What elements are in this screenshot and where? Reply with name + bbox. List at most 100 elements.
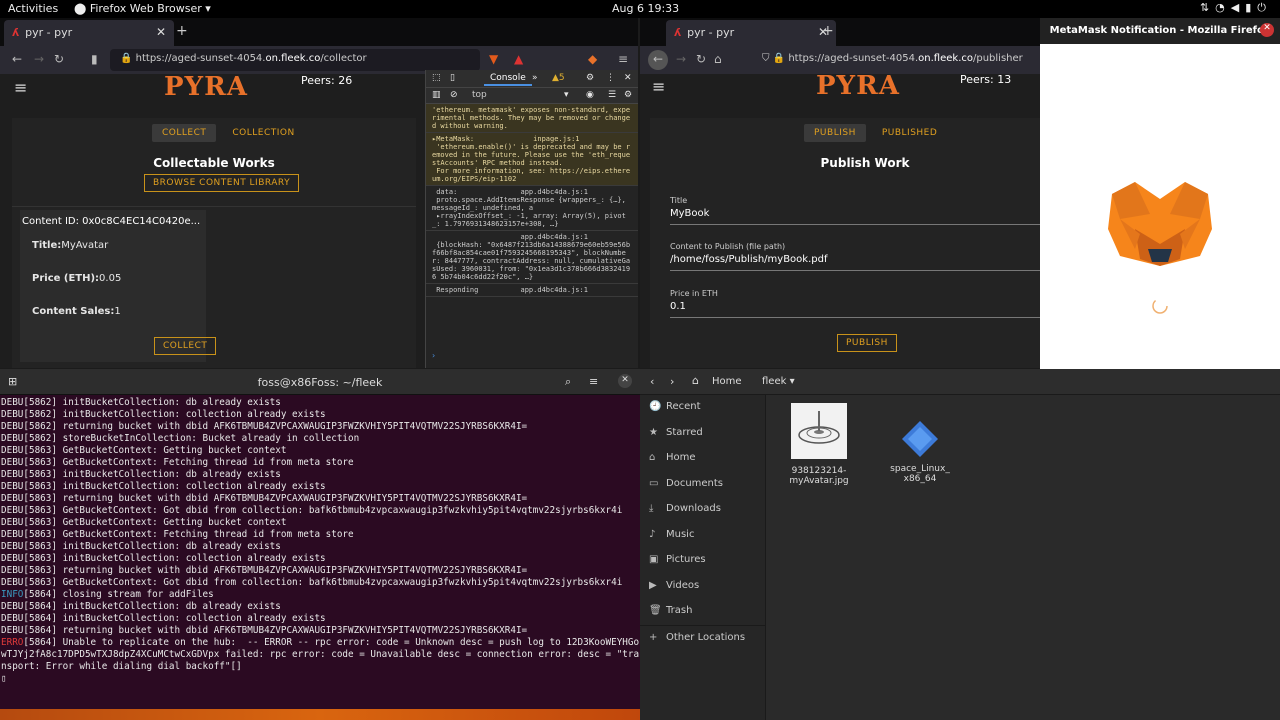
- network-icon: ⇅: [1199, 1, 1216, 14]
- app-menu[interactable]: ⬤ Firefox Web Browser ▾: [74, 2, 211, 15]
- publish-button[interactable]: PUBLISH: [837, 334, 897, 352]
- sidebar-item-music[interactable]: ♪ Music: [640, 523, 765, 549]
- home-icon[interactable]: ⌂: [714, 52, 722, 66]
- sidebar-item-starred[interactable]: ★ Starred: [640, 421, 765, 447]
- system-tray[interactable]: ⇅◔◀▮⏻: [1200, 1, 1272, 15]
- downloads-icon: ⤓: [649, 503, 654, 514]
- back-icon[interactable]: ←: [648, 50, 668, 70]
- log-text: [5864] closing stream for addFiles: [23, 589, 214, 600]
- close-window-icon[interactable]: ✕: [1260, 23, 1274, 37]
- wifi-icon: ◔: [1215, 1, 1231, 14]
- file-name: space_Linux_ x86_64: [890, 464, 950, 484]
- tab-collect[interactable]: COLLECT: [152, 124, 217, 142]
- price-input[interactable]: 0.1: [670, 301, 686, 312]
- url-bar[interactable]: ⛉ 🔒 https://aged-sunset-4054.on.fleek.co…: [752, 49, 1042, 71]
- image-thumbnail: [791, 403, 847, 459]
- browser-tab[interactable]: ʎ pyr - pyr ✕: [4, 20, 174, 46]
- more-tabs-icon[interactable]: »: [532, 73, 538, 83]
- activities-button[interactable]: Activities: [8, 2, 58, 15]
- inspect-icon[interactable]: ⬚: [432, 73, 441, 83]
- clear-console-icon[interactable]: ⊘: [450, 90, 458, 100]
- browse-content-library-button[interactable]: BROWSE CONTENT LIBRARY: [144, 174, 300, 192]
- console-output[interactable]: 'ethereum. metamask' exposes non-standar…: [426, 104, 638, 297]
- sidebar-item-trash[interactable]: 🗑 Trash: [640, 599, 765, 625]
- forward-icon[interactable]: →: [676, 52, 686, 66]
- metamask-extension-icon[interactable]: ◆: [588, 52, 597, 66]
- terminal-output[interactable]: DEBU[5862] initBucketCollection: db alre…: [0, 395, 640, 720]
- hamburger-menu-icon[interactable]: ≡: [652, 77, 665, 96]
- console-message[interactable]: data: app.d4bc4da.js:1 proto.space.AddIt…: [426, 186, 638, 231]
- log-level: INFO: [1, 589, 24, 600]
- hamburger-menu-icon[interactable]: ≡: [14, 78, 27, 97]
- terminal-line: DEBU[5862] initBucketCollection: collect…: [1, 409, 640, 421]
- forward-icon[interactable]: →: [34, 52, 44, 66]
- bookmark-icon[interactable]: ▮: [91, 52, 98, 66]
- console-message[interactable]: 'ethereum. metamask' exposes non-standar…: [426, 104, 638, 133]
- sidebar-item-downloads[interactable]: ⤓ Downloads: [640, 497, 765, 523]
- menu-icon[interactable]: ≡: [589, 375, 598, 388]
- sidebar-item-home[interactable]: ⌂ Home: [640, 446, 765, 472]
- publish-panel: PUBLISH PUBLISHED Publish Work Title MyB…: [650, 118, 1040, 368]
- console-settings-icon[interactable]: ⚙: [624, 90, 632, 100]
- log-level: DEBU: [1, 613, 24, 624]
- new-tab-icon[interactable]: +: [822, 23, 834, 39]
- tab-collection[interactable]: COLLECTION: [222, 124, 304, 142]
- content-title: MyAvatar: [61, 240, 109, 251]
- eye-icon[interactable]: ◉: [586, 90, 594, 100]
- file-path-input[interactable]: /home/foss/Publish/myBook.pdf: [670, 254, 827, 265]
- forward-icon[interactable]: ›: [670, 375, 674, 388]
- browser-tab[interactable]: ʎ pyr - pyr ✕: [666, 20, 836, 46]
- sidebar-item-videos[interactable]: ▶ Videos: [640, 574, 765, 600]
- sidebar-toggle-icon[interactable]: ▥: [432, 90, 441, 100]
- breadcrumb-fleek[interactable]: fleek ▾: [762, 376, 795, 387]
- log-text: [5862] storeBucketInCollection: Bucket a…: [23, 433, 360, 444]
- close-window-icon[interactable]: ✕: [618, 374, 632, 388]
- back-icon[interactable]: ‹: [650, 375, 654, 388]
- console-message[interactable]: app.d4bc4da.js:1 {blockHash: "0x6487f213…: [426, 231, 638, 284]
- tab-publish[interactable]: PUBLISH: [804, 124, 866, 142]
- log-text: [5864] Unable to replicate on the hub: -…: [1, 637, 640, 672]
- reload-icon[interactable]: ↻: [696, 52, 706, 66]
- close-tab-icon[interactable]: ✕: [156, 25, 166, 39]
- close-devtools-icon[interactable]: ✕: [624, 73, 632, 83]
- reload-icon[interactable]: ↻: [54, 52, 64, 66]
- new-tab-icon[interactable]: +: [176, 23, 188, 39]
- file-item[interactable]: space_Linux_ x86_64: [875, 419, 965, 484]
- title-label: Title: [670, 196, 688, 205]
- sidebar-item-pictures[interactable]: ▣ Pictures: [640, 548, 765, 574]
- extension-icon[interactable]: ▲: [514, 52, 523, 66]
- title-input[interactable]: MyBook: [670, 208, 709, 219]
- pyra-favicon: ʎ: [674, 26, 682, 39]
- settings-gear-icon[interactable]: ⚙: [586, 73, 594, 83]
- url-bar[interactable]: 🔒 https://aged-sunset-4054.on.fleek.co/c…: [110, 49, 480, 71]
- sidebar-item-documents[interactable]: ▭ Documents: [640, 472, 765, 498]
- sidebar-item-other-locations[interactable]: + Other Locations: [640, 624, 765, 651]
- tab-console[interactable]: Console: [484, 72, 532, 86]
- tab-published[interactable]: PUBLISHED: [872, 124, 947, 142]
- menu-icon[interactable]: ≡: [618, 52, 628, 66]
- sidebar-item-recent[interactable]: 🕘 Recent: [640, 395, 765, 421]
- responsive-icon[interactable]: ▯: [450, 73, 455, 83]
- filter-icon[interactable]: ☰: [608, 90, 616, 100]
- collect-button[interactable]: COLLECT: [154, 337, 217, 355]
- clock[interactable]: Aug 6 19:33: [612, 2, 679, 15]
- file-item[interactable]: 938123214- myAvatar.jpg: [774, 403, 864, 486]
- back-icon[interactable]: ←: [12, 52, 22, 66]
- console-message[interactable]: ▸MetaMask: inpage.js:1 'ethereum.enable(…: [426, 133, 638, 186]
- log-text: [5864] initBucketCollection: db already …: [23, 601, 281, 612]
- brave-shield-icon[interactable]: ▼: [489, 52, 498, 66]
- dropdown-icon[interactable]: ▾: [564, 90, 569, 100]
- log-level: DEBU: [1, 481, 24, 492]
- warning-icon[interactable]: ▲5: [552, 73, 565, 83]
- log-level: DEBU: [1, 601, 24, 612]
- pictures-icon: ▣: [649, 554, 659, 565]
- console-message[interactable]: Responding app.d4bc4da.js:1: [426, 284, 638, 297]
- console-prompt[interactable]: ›: [432, 351, 435, 360]
- context-selector[interactable]: top: [472, 90, 487, 100]
- search-icon[interactable]: ⌕: [565, 375, 571, 389]
- sidebar-item-label: Pictures: [666, 554, 706, 565]
- terminal-cursor: ▯: [1, 673, 7, 684]
- kebab-menu-icon[interactable]: ⋮: [606, 73, 615, 83]
- breadcrumb-home[interactable]: Home: [712, 376, 742, 387]
- pyra-logo: PYRA: [816, 71, 900, 101]
